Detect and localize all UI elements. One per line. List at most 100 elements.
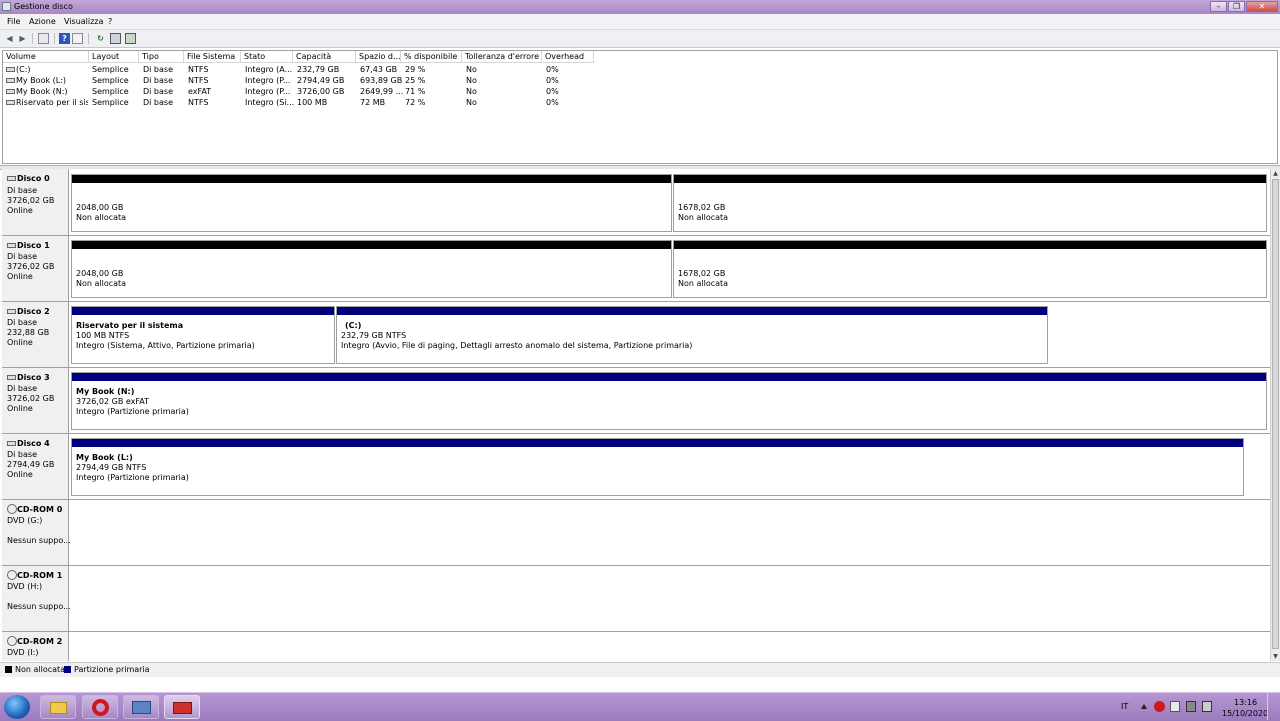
partition-c-drive[interactable]: (C:) 232,79 GB NTFS Integro (Avvio, File… bbox=[336, 306, 1048, 364]
partition-status: Non allocata bbox=[76, 213, 127, 222]
toolbar-separator bbox=[88, 33, 89, 44]
partition-unallocated[interactable]: 1678,02 GB Non allocata bbox=[673, 240, 1267, 298]
taskbar-opera[interactable] bbox=[82, 695, 118, 719]
row-divider bbox=[2, 499, 1270, 500]
export-list-icon[interactable] bbox=[125, 33, 136, 44]
row-divider bbox=[2, 367, 1270, 368]
clock-time[interactable]: 13:16 bbox=[1234, 698, 1257, 707]
disk-label-3[interactable]: Disco 3 Di base 3726,02 GB Online bbox=[2, 368, 69, 433]
cell-capacita: 100 MB bbox=[297, 98, 328, 107]
cdrom-name: CD-ROM 1 bbox=[17, 571, 63, 580]
back-icon[interactable]: ◀ bbox=[4, 33, 15, 44]
hard-disk-icon bbox=[7, 309, 16, 314]
partition-unallocated[interactable]: 2048,00 GB Non allocata bbox=[71, 240, 672, 298]
maximize-button[interactable]: ❐ bbox=[1228, 1, 1245, 12]
taskbar-explorer[interactable] bbox=[40, 695, 76, 719]
refresh-icon[interactable]: ↻ bbox=[95, 33, 106, 44]
cell-percent: 72 % bbox=[405, 98, 426, 107]
menu-help[interactable]: ? bbox=[108, 17, 112, 26]
partition-size: 2794,49 GB NTFS bbox=[76, 463, 147, 472]
column-header-stato[interactable]: Stato bbox=[241, 51, 293, 63]
row-divider bbox=[2, 631, 1270, 632]
cdrom-label-2[interactable]: CD-ROM 2 DVD (I:) bbox=[2, 632, 69, 661]
disk-name: Disco 3 bbox=[17, 373, 50, 382]
start-button[interactable] bbox=[4, 695, 30, 719]
legend-label-primary: Partizione primaria bbox=[74, 665, 150, 674]
partition-color-bar bbox=[72, 175, 671, 183]
column-header-file-sistema[interactable]: File Sistema bbox=[184, 51, 241, 63]
network-icon[interactable] bbox=[1186, 701, 1196, 712]
disk-label-0[interactable]: Disco 0 Di base 3726,02 GB Online bbox=[2, 169, 69, 235]
menu-azione[interactable]: Azione bbox=[29, 17, 56, 26]
cell-percent: 25 % bbox=[405, 76, 426, 85]
help-icon[interactable]: ? bbox=[59, 33, 70, 44]
cdrom-label-1[interactable]: CD-ROM 1 DVD (H:) Nessun suppo... bbox=[2, 566, 71, 631]
disk-name: Disco 1 bbox=[17, 241, 50, 250]
minimize-button[interactable]: – bbox=[1210, 1, 1227, 12]
cdrom-status: Nessun suppo... bbox=[7, 536, 71, 545]
menu-visualizza[interactable]: Visualizza bbox=[64, 17, 103, 26]
partition-unallocated[interactable]: 2048,00 GB Non allocata bbox=[71, 174, 672, 232]
column-header-tipo[interactable]: Tipo bbox=[139, 51, 184, 63]
disk-type: Di base bbox=[7, 450, 37, 459]
column-header-layout[interactable]: Layout bbox=[89, 51, 139, 63]
column-header-capacita[interactable]: Capacità bbox=[293, 51, 356, 63]
disk-label-1[interactable]: Disco 1 Di base 3726,02 GB Online bbox=[2, 236, 69, 301]
partition-color-bar bbox=[72, 373, 1266, 381]
partition-my-book-n[interactable]: My Book (N:) 3726,02 GB exFAT Integro (P… bbox=[71, 372, 1267, 430]
partition-system-reserved[interactable]: Riservato per il sistema 100 MB NTFS Int… bbox=[71, 306, 335, 364]
cdrom-drive: DVD (H:) bbox=[7, 582, 43, 591]
cdrom-name: CD-ROM 2 bbox=[17, 637, 63, 646]
partition-status: Integro (Sistema, Attivo, Partizione pri… bbox=[76, 341, 255, 350]
rescan-disks-icon[interactable] bbox=[110, 33, 121, 44]
taskbar-disk-management[interactable] bbox=[164, 695, 200, 719]
disk-size: 3726,02 GB bbox=[7, 394, 55, 403]
scroll-down-arrow-icon[interactable]: ▼ bbox=[1271, 652, 1280, 661]
column-header-volume[interactable]: Volume bbox=[3, 51, 89, 63]
scroll-up-arrow-icon[interactable]: ▲ bbox=[1271, 169, 1280, 178]
taskbar-computer-management[interactable] bbox=[123, 695, 159, 719]
cell-tolleranza: No bbox=[466, 76, 477, 85]
disk-label-4[interactable]: Disco 4 Di base 2794,49 GB Online bbox=[2, 434, 69, 499]
toolbar-separator bbox=[54, 33, 55, 44]
volume-icon[interactable] bbox=[1202, 701, 1212, 712]
menu-file[interactable]: File bbox=[7, 17, 20, 26]
hard-disk-icon bbox=[7, 375, 16, 380]
partition-size: 2048,00 GB bbox=[76, 203, 124, 212]
column-header-tolleranza-errore[interactable]: Tolleranza d'errore bbox=[462, 51, 542, 63]
disk-view-scrollbar[interactable]: ▲ ▼ bbox=[1270, 169, 1280, 661]
disk-size: 2794,49 GB bbox=[7, 460, 55, 469]
legend-swatch-primary bbox=[64, 666, 71, 673]
cell-volume: (C:) bbox=[16, 65, 31, 74]
column-header-overhead[interactable]: Overhead bbox=[542, 51, 594, 63]
disk-label-2[interactable]: Disco 2 Di base 232,88 GB Online bbox=[2, 302, 69, 367]
scrollbar-thumb[interactable] bbox=[1272, 179, 1279, 649]
action-center-icon[interactable] bbox=[1170, 701, 1180, 712]
antivirus-icon[interactable] bbox=[1154, 701, 1165, 712]
clock-date[interactable]: 15/10/2020 bbox=[1222, 709, 1268, 718]
language-indicator[interactable]: IT bbox=[1121, 702, 1128, 711]
show-hide-console-tree-icon[interactable] bbox=[38, 33, 49, 44]
window-title: Gestione disco bbox=[14, 2, 73, 11]
row-divider bbox=[2, 565, 1270, 566]
cd-rom-icon bbox=[7, 570, 17, 580]
partition-my-book-l[interactable]: My Book (L:) 2794,49 GB NTFS Integro (Pa… bbox=[71, 438, 1244, 496]
show-hidden-icons-icon[interactable] bbox=[1141, 704, 1147, 709]
cdrom-label-0[interactable]: CD-ROM 0 DVD (G:) Nessun suppo... bbox=[2, 500, 71, 565]
column-header-spazio-disponibile[interactable]: Spazio d... bbox=[356, 51, 401, 63]
row-divider bbox=[2, 433, 1270, 434]
volume-list: Volume Layout Tipo File Sistema Stato Ca… bbox=[2, 50, 1278, 164]
forward-icon[interactable]: ▶ bbox=[17, 33, 28, 44]
partition-unallocated[interactable]: 1678,02 GB Non allocata bbox=[673, 174, 1267, 232]
column-header-percent-disponibile[interactable]: % disponibile bbox=[401, 51, 462, 63]
properties-icon[interactable] bbox=[72, 33, 83, 44]
disk-status: Online bbox=[7, 272, 33, 281]
cell-overhead: 0% bbox=[546, 98, 559, 107]
cell-tipo: Di base bbox=[143, 87, 173, 96]
cell-file-sistema: NTFS bbox=[188, 65, 209, 74]
cell-volume: My Book (N:) bbox=[16, 87, 68, 96]
cell-tolleranza: No bbox=[466, 65, 477, 74]
disk-name: Disco 4 bbox=[17, 439, 50, 448]
close-button[interactable]: ✕ bbox=[1246, 1, 1278, 12]
show-desktop-button[interactable] bbox=[1267, 693, 1280, 720]
